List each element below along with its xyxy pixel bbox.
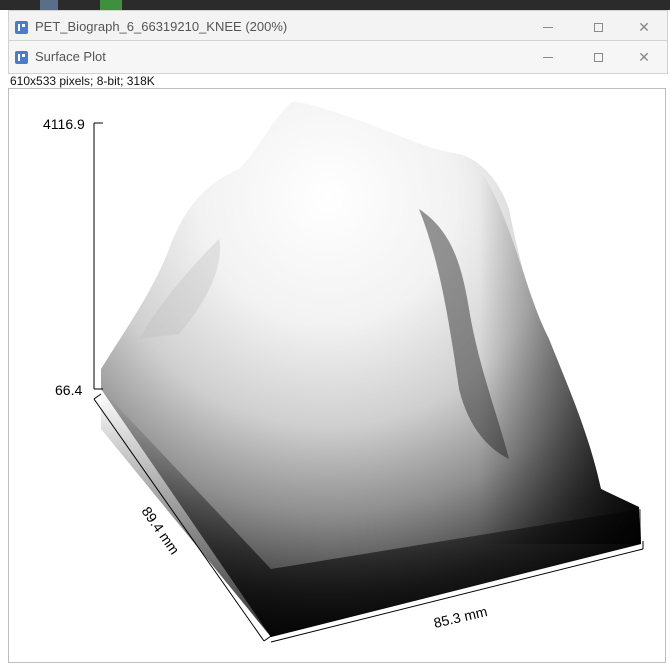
maximize-button[interactable]	[575, 43, 621, 71]
image-info-bar: 610x533 pixels; 8-bit; 318K	[8, 74, 670, 88]
window-title: PET_Biograph_6_66319210_KNEE (200%)	[35, 19, 288, 34]
x-axis-label: 85.3 mm	[432, 603, 489, 631]
minimize-button[interactable]	[525, 13, 571, 41]
minimize-icon	[543, 56, 553, 58]
minimize-button[interactable]	[525, 43, 571, 71]
minimize-icon	[543, 26, 553, 28]
close-icon: ✕	[638, 18, 650, 35]
close-icon: ✕	[638, 48, 650, 65]
surface-plot-titlebar[interactable]: Surface Plot ✕	[8, 40, 668, 74]
z-max-label: 4116.9	[43, 116, 85, 132]
close-button[interactable]: ✕	[621, 13, 667, 41]
z-min-label: 66.4	[55, 382, 82, 398]
image-window-titlebar[interactable]: PET_Biograph_6_66319210_KNEE (200%) ✕	[8, 10, 668, 44]
maximize-icon	[593, 52, 603, 62]
background-taskbar-fragment	[100, 0, 122, 10]
maximize-button[interactable]	[575, 13, 621, 41]
y-axis-tick-start	[93, 393, 102, 400]
window-title: Surface Plot	[35, 49, 106, 64]
background-strip	[0, 0, 670, 10]
maximize-icon	[593, 22, 603, 32]
imagej-app-icon	[15, 21, 28, 34]
close-button[interactable]: ✕	[621, 43, 667, 71]
surface-shadow-right	[479, 169, 641, 544]
surface-plot-svg: 4116.9 66.4 89.4 mm 85.3 mm	[43, 101, 644, 643]
background-taskbar-fragment	[40, 0, 58, 10]
y-axis-tick-end	[263, 635, 272, 642]
imagej-app-icon	[15, 51, 28, 64]
surface-plot-canvas[interactable]: 4116.9 66.4 89.4 mm 85.3 mm	[8, 88, 666, 663]
